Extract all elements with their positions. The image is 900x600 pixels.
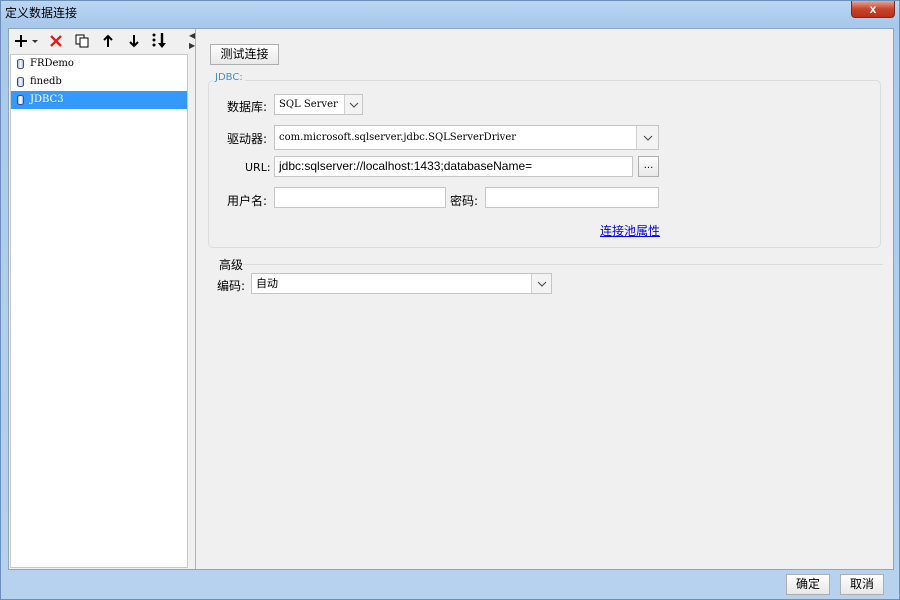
add-icon[interactable] [13, 31, 41, 51]
connection-settings: 测试连接 JDBC: 数据库: SQL Server 驱动器: com.micr… [197, 29, 894, 569]
database-icon [17, 95, 24, 105]
password-label: 密码: [450, 194, 479, 208]
connection-name: finedb [30, 76, 62, 87]
test-connection-button[interactable]: 测试连接 [210, 44, 279, 65]
move-up-icon[interactable] [97, 31, 119, 51]
sort-icon[interactable] [149, 31, 171, 51]
chevron-down-icon[interactable] [636, 126, 658, 149]
move-down-icon[interactable] [123, 31, 145, 51]
driver-select[interactable]: com.microsoft.sqlserver.jdbc.SQLServerDr… [274, 125, 659, 150]
chevron-down-icon[interactable] [344, 95, 362, 114]
dialog-window: 定义数据连接 x ◀ ▶ FRDemo finedb JDBC3 测试连接 JD… [0, 0, 900, 600]
database-icon [17, 59, 24, 69]
connection-pool-link[interactable]: 连接池属性 [600, 222, 660, 239]
dialog-body: ◀ ▶ FRDemo finedb JDBC3 测试连接 JDBC: 数据库: … [8, 28, 894, 570]
encoding-label: 编码: [217, 279, 246, 293]
cancel-button[interactable]: 取消 [840, 574, 884, 595]
username-label: 用户名: [227, 194, 268, 208]
delete-icon[interactable] [45, 31, 67, 51]
encoding-value: 自动 [256, 277, 278, 290]
connection-toolbar [9, 29, 195, 53]
advanced-title: 高级 [219, 258, 244, 272]
copy-icon[interactable] [71, 31, 93, 51]
driver-value: com.microsoft.sqlserver.jdbc.SQLServerDr… [279, 132, 517, 143]
url-label: URL: [245, 161, 271, 174]
encoding-select[interactable]: 自动 [251, 273, 552, 294]
connection-list: FRDemo finedb JDBC3 [10, 54, 188, 568]
url-input[interactable]: jdbc:sqlserver://localhost:1433;database… [274, 156, 633, 177]
window-title: 定义数据连接 [5, 6, 78, 20]
password-input[interactable] [485, 187, 659, 208]
close-button[interactable]: x [851, 1, 895, 18]
collapse-panel-icon[interactable]: ◀ ▶ [189, 31, 195, 51]
database-label: 数据库: [227, 100, 268, 114]
database-icon [17, 77, 24, 87]
connection-item-finedb[interactable]: finedb [11, 73, 187, 91]
connection-name: FRDemo [30, 58, 74, 69]
connection-item-jdbc3[interactable]: JDBC3 [11, 91, 187, 109]
browse-button[interactable]: ... [638, 156, 659, 177]
driver-label: 驱动器: [227, 132, 268, 146]
title-bar[interactable]: 定义数据连接 x [1, 1, 899, 23]
jdbc-group-title: JDBC: [213, 72, 245, 83]
ok-button[interactable]: 确定 [786, 574, 830, 595]
database-select[interactable]: SQL Server [274, 94, 363, 115]
database-value: SQL Server [279, 99, 338, 110]
advanced-divider [243, 264, 883, 265]
connection-item-frdemo[interactable]: FRDemo [11, 55, 187, 73]
chevron-down-icon[interactable] [531, 274, 551, 293]
connection-panel: ◀ ▶ FRDemo finedb JDBC3 [9, 29, 196, 569]
username-input[interactable] [274, 187, 446, 208]
connection-name: JDBC3 [30, 94, 64, 105]
